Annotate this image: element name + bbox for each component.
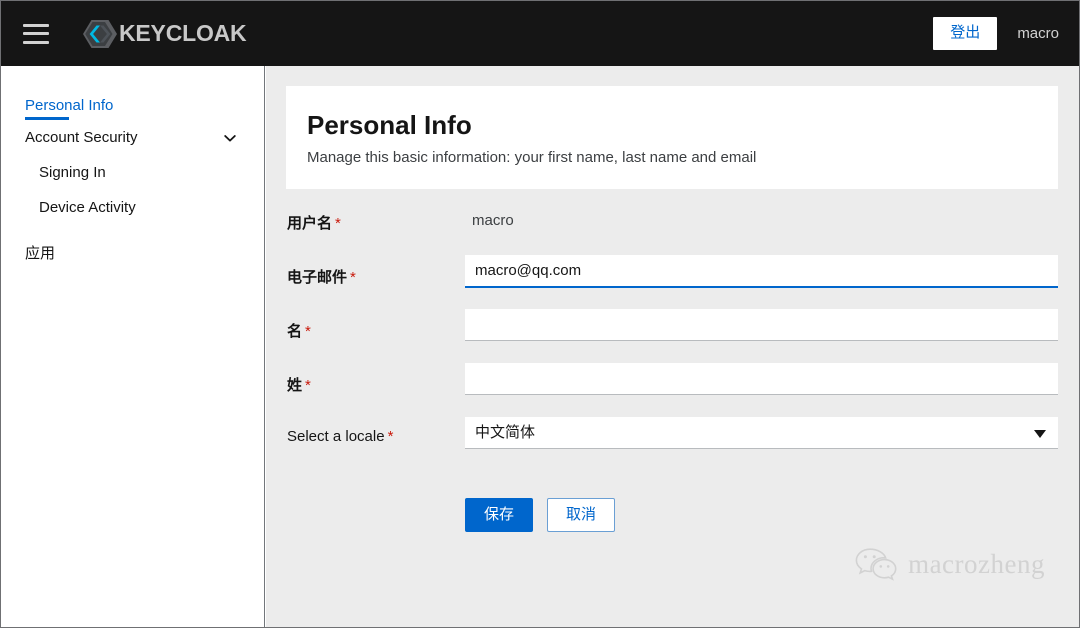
page-title: Personal Info [307, 110, 472, 140]
first-name-field-wrap [465, 309, 1058, 341]
sidebar-item-applications[interactable]: 应用 [1, 233, 264, 272]
label-text: 名 [287, 323, 303, 340]
signout-button[interactable]: 登出 [933, 17, 998, 50]
hamburger-bar [23, 32, 49, 35]
last-name-field-label: 姓 * [286, 363, 465, 395]
required-asterisk: * [305, 377, 311, 394]
sidebar-item-label: Device Activity [39, 199, 136, 216]
email-input[interactable] [465, 255, 1058, 288]
username-field-label: 用户名 * [286, 201, 465, 233]
label-text: 用户名 [287, 215, 333, 232]
page-subtitle: Manage this basic information: your firs… [307, 149, 757, 167]
hamburger-icon[interactable] [23, 23, 49, 44]
keycloak-hexagon-logo [83, 19, 117, 48]
sidebar-item-label: 应用 [25, 245, 56, 262]
sidebar-item-personal-info[interactable]: Personal Info [1, 88, 264, 120]
label-text: Select a locale [287, 428, 385, 445]
required-asterisk: * [387, 428, 394, 445]
username-label: macro [1017, 25, 1059, 42]
last-name-field-wrap [465, 363, 1058, 395]
hamburger-bar [23, 40, 49, 44]
page-header-card: Personal Info Manage this basic informat… [286, 86, 1058, 189]
watermark-text: macrozheng [908, 548, 1045, 579]
save-button[interactable]: 保存 [465, 498, 534, 532]
sidebar-item-signing-in[interactable]: Signing In [1, 155, 264, 190]
last-name-input[interactable] [465, 363, 1058, 395]
locale-select[interactable]: 中文简体 [465, 417, 1058, 449]
form-row-last-name: 姓 * [286, 363, 1058, 417]
sidebar-nav: Personal Info Account Security Signing I… [1, 66, 265, 627]
required-asterisk: * [305, 323, 311, 340]
cancel-button[interactable]: 取消 [547, 498, 616, 532]
wechat-icon [855, 548, 897, 581]
email-field-wrap [465, 255, 1058, 288]
first-name-field-label: 名 * [286, 309, 465, 341]
username-field-wrap: macro [465, 201, 1058, 229]
watermark: macrozheng [855, 547, 1045, 581]
sidebar-item-label: Signing In [39, 164, 106, 181]
label-text: 电子邮件 [287, 269, 348, 286]
email-field-label: 电子邮件 * [286, 255, 465, 287]
brand-name: KEYCLOAK [119, 20, 247, 46]
username-value: macro [472, 212, 514, 229]
required-asterisk: * [350, 269, 356, 286]
label-text: 姓 [287, 377, 303, 394]
form-row-first-name: 名 * [286, 309, 1058, 363]
form-actions: 保存 取消 [286, 498, 1058, 532]
form-row-username: 用户名 * macro [286, 201, 1058, 255]
masthead: KEYCLOAK 登出 macro [1, 1, 1079, 66]
locale-field-wrap: 中文简体 [465, 417, 1058, 449]
personal-info-form: 用户名* macro 电子邮件* 名* [286, 201, 1058, 532]
sidebar-item-device-activity[interactable]: Device Activity [1, 190, 264, 225]
main-content: Personal Info Manage this basic informat… [266, 66, 1079, 627]
required-asterisk: * [335, 215, 341, 232]
sidebar-item-label: Account Security [25, 129, 138, 146]
sidebar-item-account-security[interactable]: Account Security [1, 120, 264, 155]
locale-select-value[interactable]: 中文简体 [465, 417, 1058, 449]
locale-field-label: Select a locale * [286, 417, 465, 445]
first-name-input[interactable] [465, 309, 1058, 341]
chevron-down-icon[interactable] [224, 132, 236, 144]
form-row-locale: Select a locale * 中文简体 [286, 417, 1058, 471]
hamburger-bar [23, 23, 49, 27]
keycloak-account-console: KEYCLOAK 登出 macro Personal Info Account … [0, 0, 1080, 628]
brand-logo[interactable]: KEYCLOAK [83, 19, 247, 49]
form-row-email: 电子邮件 * [286, 255, 1058, 309]
sidebar-item-label: Personal Info [25, 97, 114, 114]
